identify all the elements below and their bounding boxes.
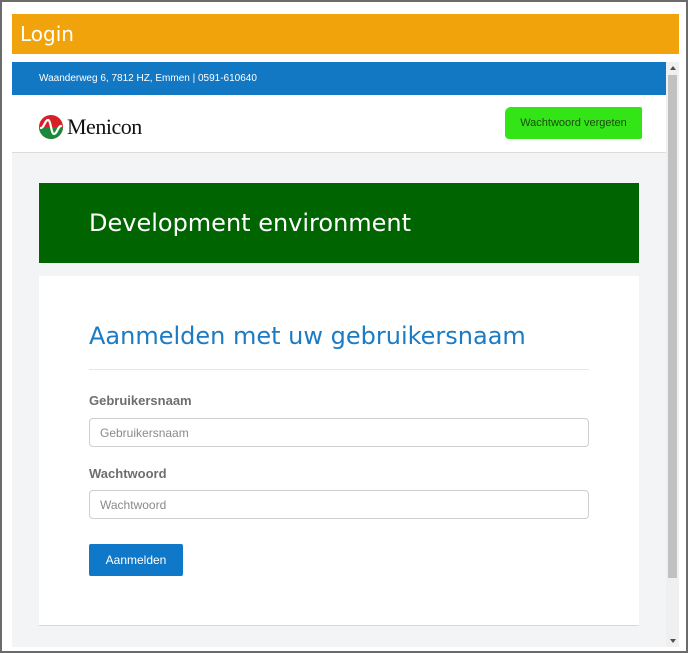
scroll-up-arrow-icon[interactable]: [666, 62, 679, 74]
login-heading: Aanmelden met uw gebruikersnaam: [89, 322, 526, 350]
environment-banner: Development environment: [39, 183, 639, 263]
heading-divider: [89, 369, 589, 370]
app-window: Login Waanderweg 6, 7812 HZ, Emmen | 059…: [0, 0, 688, 653]
scroll-down-arrow-icon[interactable]: [666, 635, 679, 647]
logo-text: Menicon: [67, 114, 142, 139]
contact-info-bar: Waanderweg 6, 7812 HZ, Emmen | 0591-6106…: [12, 62, 666, 95]
login-form-card: Aanmelden met uw gebruikersnaam Gebruike…: [39, 276, 639, 626]
vertical-scrollbar[interactable]: [666, 62, 679, 647]
site-header: Menicon Wachtwoord vergeten: [12, 95, 666, 153]
forgot-password-button[interactable]: Wachtwoord vergeten: [505, 107, 642, 139]
menicon-logo[interactable]: Menicon: [38, 113, 142, 141]
window-title-bar: Login: [12, 14, 679, 54]
login-submit-button[interactable]: Aanmelden: [89, 544, 183, 576]
page-content: Waanderweg 6, 7812 HZ, Emmen | 0591-6106…: [12, 62, 666, 647]
password-label: Wachtwoord: [89, 466, 167, 481]
scrollbar-thumb[interactable]: [668, 75, 677, 578]
environment-banner-text: Development environment: [89, 209, 412, 237]
page-viewport: Waanderweg 6, 7812 HZ, Emmen | 0591-6106…: [12, 62, 679, 647]
contact-info-text: Waanderweg 6, 7812 HZ, Emmen | 0591-6106…: [39, 73, 257, 84]
username-label: Gebruikersnaam: [89, 393, 192, 408]
password-input[interactable]: [89, 490, 589, 519]
window-title: Login: [20, 22, 74, 46]
username-input[interactable]: [89, 418, 589, 447]
menicon-logo-icon: [38, 114, 64, 140]
